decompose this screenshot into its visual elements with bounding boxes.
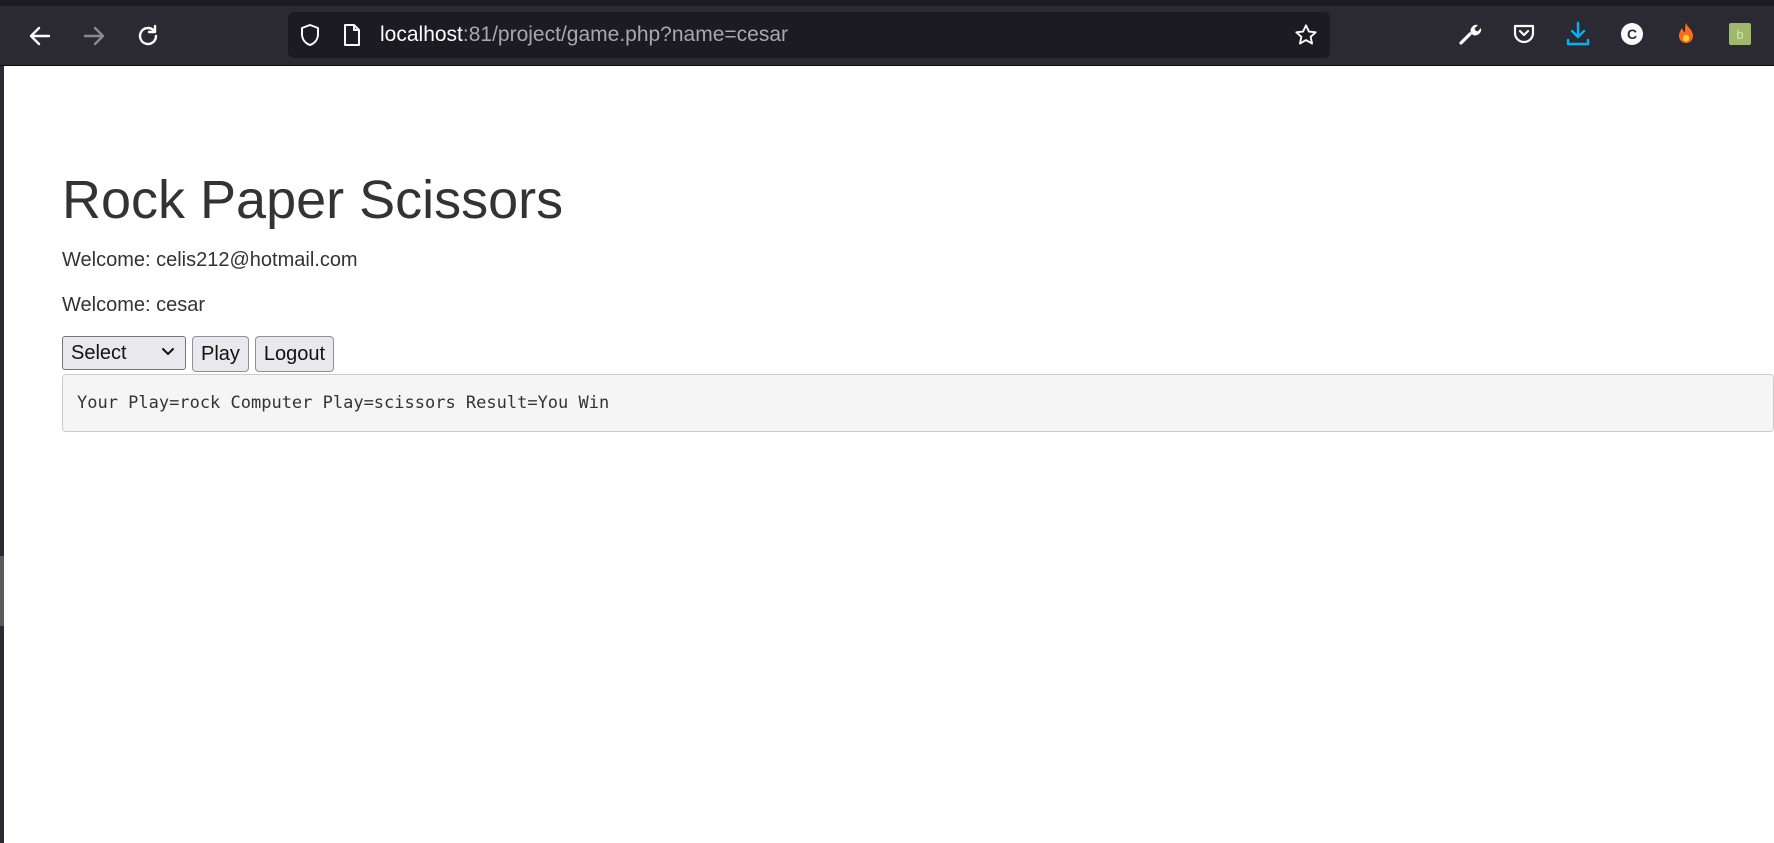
play-button[interactable]: Play — [192, 336, 249, 372]
page-icon[interactable] — [340, 23, 364, 47]
forward-button[interactable] — [74, 16, 114, 56]
url-host: localhost — [380, 23, 463, 46]
shield-icon[interactable] — [298, 23, 322, 47]
tab-strip — [0, 0, 1774, 6]
play-select-value: Select — [71, 342, 127, 364]
url-path: :81/project/game.php?name=cesar — [462, 23, 789, 46]
download-icon[interactable] — [1562, 18, 1594, 50]
url-text[interactable]: localhost:81/project/game.php?name=cesar — [380, 23, 788, 47]
welcome-email: Welcome: celis212@hotmail.com — [62, 249, 358, 271]
url-bar[interactable]: localhost:81/project/game.php?name=cesar — [288, 12, 1330, 58]
logout-button[interactable]: Logout — [254, 336, 335, 372]
back-button[interactable] — [20, 16, 60, 56]
window-edge — [0, 66, 4, 843]
reload-icon — [138, 24, 158, 46]
chevron-down-icon — [162, 348, 174, 355]
arrow-left-icon — [29, 26, 51, 46]
welcome-name: Welcome: cesar — [62, 294, 206, 316]
green-extension-icon[interactable]: b — [1724, 18, 1756, 50]
svg-text:b: b — [1736, 27, 1743, 42]
reload-button[interactable] — [128, 16, 168, 56]
page-title: Rock Paper Scissors — [62, 170, 564, 230]
play-select[interactable]: Select — [62, 336, 186, 370]
window-edge-highlight — [0, 556, 4, 626]
fire-extension-icon[interactable] — [1670, 18, 1702, 50]
pocket-icon[interactable] — [1508, 18, 1540, 50]
arrow-right-icon — [83, 26, 105, 46]
c-extension-icon[interactable]: C — [1616, 18, 1648, 50]
star-icon[interactable] — [1294, 23, 1318, 47]
svg-text:C: C — [1627, 26, 1637, 42]
game-controls: Select Play Logout — [62, 336, 335, 372]
wrench-icon[interactable] — [1454, 18, 1486, 50]
browser-toolbar: localhost:81/project/game.php?name=cesar… — [0, 0, 1774, 66]
result-output: Your Play=rock Computer Play=scissors Re… — [62, 374, 1774, 432]
